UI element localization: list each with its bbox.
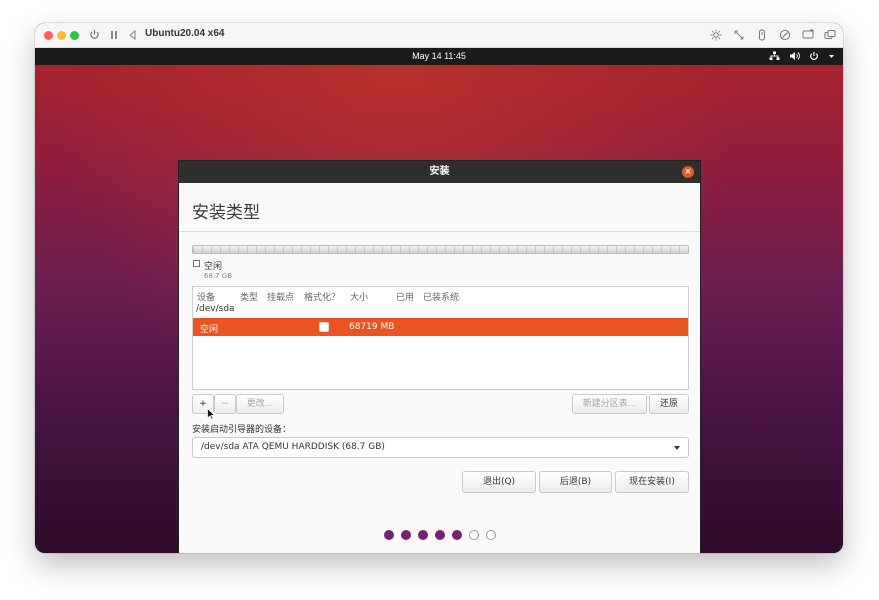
usb-icon[interactable] (756, 29, 768, 41)
minimize-window-button[interactable] (57, 31, 66, 40)
progress-dot (452, 530, 462, 540)
column-type: 类型 (240, 293, 259, 303)
column-used: 已用 (396, 293, 415, 303)
divider (179, 231, 700, 232)
progress-dot (418, 530, 428, 540)
chevron-down-icon (829, 55, 834, 58)
column-size: 大小 (350, 293, 369, 303)
progress-dot (469, 530, 479, 540)
clock[interactable]: May 14 11:45 (35, 51, 843, 61)
zoom-window-button[interactable] (70, 31, 79, 40)
quit-button[interactable]: 退出(Q) (462, 471, 536, 493)
disk-device-row[interactable]: /dev/sda (196, 304, 235, 314)
column-format: 格式化？ (304, 293, 341, 303)
system-tray[interactable] (769, 51, 835, 61)
dialog-title: 安装 (429, 166, 450, 177)
close-icon[interactable]: × (682, 166, 694, 178)
display-icon[interactable] (802, 29, 814, 41)
boot-device-select[interactable]: /dev/sda ATA QEMU HARDDISK (68.7 GB) (192, 437, 689, 458)
disk-usage-bar (192, 245, 689, 254)
progress-dot (486, 530, 496, 540)
close-window-button[interactable] (44, 31, 53, 40)
brightness-icon[interactable] (710, 29, 722, 41)
windows-icon[interactable] (824, 29, 836, 41)
progress-dot (401, 530, 411, 540)
boot-device-label: 安装启动引导器的设备： (192, 425, 292, 435)
back-button[interactable]: 后退(B) (539, 471, 612, 493)
table-row[interactable]: 空闲 68719 MB (193, 318, 688, 336)
dialog-titlebar: 安装 × (179, 161, 700, 183)
ubuntu-top-bar: May 14 11:45 (35, 48, 843, 65)
install-progress-dots (384, 530, 496, 540)
column-device: 设备 (197, 293, 216, 303)
free-space-swatch (193, 260, 200, 267)
row-device: 空闲 (200, 325, 219, 335)
install-now-button[interactable]: 现在安装(I) (615, 471, 689, 493)
change-partition-button[interactable]: 更改... (236, 394, 284, 414)
disc-icon[interactable] (779, 29, 791, 41)
new-partition-table-button[interactable]: 新建分区表... (572, 394, 647, 414)
power-icon[interactable] (89, 29, 100, 40)
volume-icon (790, 52, 800, 60)
boot-device-value: /dev/sda ATA QEMU HARDDISK (68.7 GB) (201, 442, 385, 452)
desktop-wallpaper: 安装 × 安装类型 空闲 68.7 GB 设备 类型 挂载点 格式化？ 大小 已… (35, 65, 843, 553)
vm-titlebar: Ubuntu20.04 x64 (35, 23, 843, 48)
revert-button[interactable]: 还原 (649, 394, 689, 414)
mouse-cursor-icon (207, 408, 215, 420)
chevron-down-icon (674, 446, 680, 450)
partition-table: 设备 类型 挂载点 格式化？ 大小 已用 已装系统 /dev/sda 空闲 68… (192, 286, 689, 390)
progress-dot (435, 530, 445, 540)
installer-dialog: 安装 × 安装类型 空闲 68.7 GB 设备 类型 挂载点 格式化？ 大小 已… (178, 160, 701, 553)
free-space-size: 68.7 GB (204, 272, 233, 280)
back-icon[interactable] (128, 30, 137, 40)
network-icon (769, 51, 780, 60)
vm-window: Ubuntu20.04 x64 May 14 11:45 安装 × 安装类型 空… (35, 23, 843, 553)
row-size: 68719 MB (349, 322, 395, 332)
progress-dot (384, 530, 394, 540)
remove-partition-button[interactable]: − (214, 394, 236, 414)
table-header: 设备 类型 挂载点 格式化？ 大小 已用 已装系统 (193, 287, 688, 303)
power-icon (810, 51, 818, 60)
column-system: 已装系统 (423, 293, 460, 303)
column-mount: 挂载点 (267, 293, 295, 303)
format-checkbox[interactable] (319, 322, 329, 332)
vm-title: Ubuntu20.04 x64 (145, 28, 225, 39)
page-title: 安装类型 (192, 203, 260, 223)
resize-icon[interactable] (733, 29, 745, 41)
free-space-label: 空闲 (204, 262, 223, 272)
pause-icon[interactable] (110, 30, 119, 40)
